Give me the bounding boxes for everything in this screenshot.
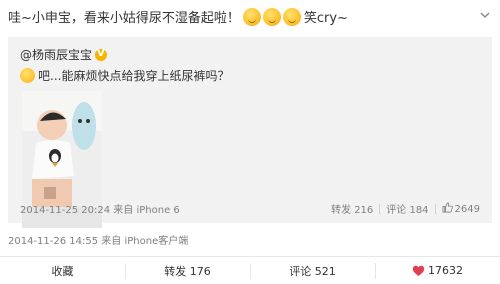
repost-stats: 转发 216 评论 184 2649 <box>331 201 480 216</box>
post-text-before: 哇~小申宝，看来小姑得尿不湿备起啦！ <box>8 11 240 26</box>
giggle-emoji-icon <box>242 8 261 26</box>
repost-meta: 2014-11-25 20:24 来自 iPhone 6 <box>20 205 180 216</box>
chevron-down-icon[interactable] <box>480 10 490 20</box>
like-button[interactable]: 17632 <box>375 257 500 284</box>
repost-author[interactable]: @杨雨辰宝宝 <box>20 46 108 63</box>
post-meta: 2014-11-26 14:55 来自 iPhone客户端 <box>8 236 189 247</box>
repost-like-button[interactable]: 2649 <box>442 202 480 215</box>
comment-button[interactable]: 评论 521 <box>250 257 375 284</box>
repost-repost-count[interactable]: 转发 216 <box>331 201 373 216</box>
giggle-emoji-icon <box>282 8 301 26</box>
sleepy-emoji-icon <box>20 68 35 83</box>
post-text: 哇~小申宝，看来小姑得尿不湿备起啦！ 笑cry~ <box>8 8 472 30</box>
repost-text: 吧...能麻烦快点给我穿上纸尿裤吗？ <box>20 67 229 84</box>
action-bar: 收藏 转发 176 评论 521 17632 <box>0 256 500 284</box>
divider <box>434 203 436 214</box>
thumbs-up-icon <box>442 202 453 213</box>
repost-comment-count[interactable]: 评论 184 <box>386 201 428 216</box>
reposted-weibo[interactable]: @杨雨辰宝宝 吧...能麻烦快点给我穿上纸尿裤吗？ 2014-11-25 20:… <box>8 37 492 228</box>
verified-badge-icon <box>95 48 108 61</box>
giggle-emoji-icon <box>262 8 281 26</box>
favorite-button[interactable]: 收藏 <box>0 257 125 284</box>
divider <box>379 203 381 214</box>
heart-icon <box>412 265 425 276</box>
repost-button[interactable]: 转发 176 <box>125 257 250 284</box>
post-text-after: 笑cry~ <box>303 11 348 26</box>
